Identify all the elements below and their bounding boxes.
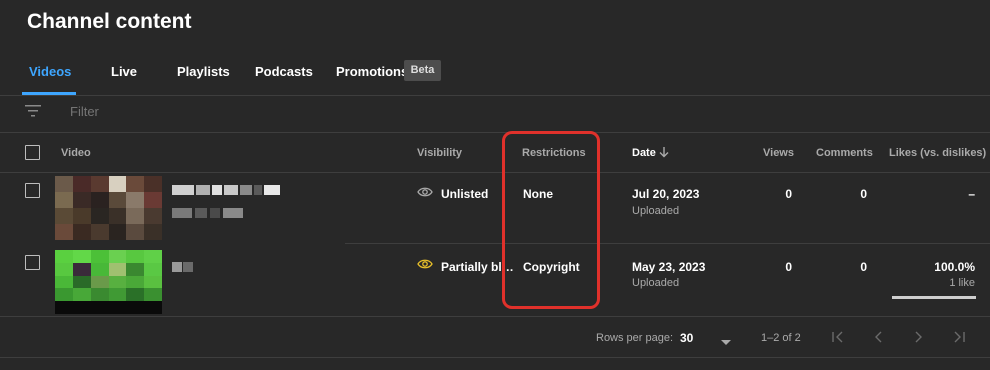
table-bottom-divider — [0, 316, 990, 317]
video-thumbnail[interactable] — [55, 250, 162, 314]
restrictions-highlight — [502, 131, 600, 309]
previous-page-icon[interactable] — [872, 330, 884, 347]
video-title-redacted[interactable] — [172, 185, 290, 196]
tab-live[interactable]: Live — [111, 64, 137, 79]
video-title-redacted[interactable] — [172, 262, 194, 272]
likes-value: – — [968, 187, 975, 201]
next-page-icon[interactable] — [913, 330, 925, 347]
views-value: 0 — [785, 187, 792, 201]
filter-icon[interactable] — [25, 104, 41, 121]
date-status: Uploaded — [632, 277, 680, 289]
likes-count: 1 like — [949, 277, 975, 289]
date-value: Jul 20, 2023 — [632, 187, 700, 201]
table-row[interactable]: Partially bl… Copyright May 23, 2023 Upl… — [0, 244, 990, 316]
dropdown-arrow-icon[interactable] — [720, 335, 732, 349]
column-header-likes[interactable]: Likes (vs. dislikes) — [889, 147, 986, 159]
comments-value: 0 — [860, 187, 867, 201]
tab-promotions[interactable]: Promotions — [336, 64, 408, 79]
tabs-divider — [0, 95, 990, 96]
rows-per-page-select[interactable]: 30 — [680, 331, 693, 345]
eye-icon — [417, 186, 433, 201]
date-status: Uploaded — [632, 205, 680, 217]
likes-value: 100.0% — [934, 260, 975, 274]
rows-per-page-label: Rows per page: — [596, 332, 674, 344]
first-page-icon[interactable] — [831, 330, 845, 347]
tab-videos[interactable]: Videos — [29, 64, 71, 79]
eye-icon — [417, 258, 433, 273]
filter-divider — [0, 132, 990, 133]
page-title: Channel content — [27, 10, 192, 33]
tab-playlists[interactable]: Playlists — [177, 64, 230, 79]
last-page-icon[interactable] — [952, 330, 966, 347]
arrow-down-icon[interactable] — [659, 146, 669, 161]
beta-badge: Beta — [404, 60, 441, 81]
filter-input[interactable] — [70, 104, 370, 119]
comments-value: 0 — [860, 260, 867, 274]
visibility-value[interactable]: Unlisted — [441, 187, 488, 201]
video-description-redacted — [172, 208, 248, 218]
footer-divider — [0, 357, 990, 358]
select-all-checkbox[interactable] — [25, 145, 40, 160]
likes-ratio-fill — [892, 296, 976, 299]
likes-ratio-bar — [892, 296, 976, 299]
column-header-date[interactable]: Date — [632, 147, 656, 159]
date-value: May 23, 2023 — [632, 260, 706, 274]
video-thumbnail[interactable] — [55, 176, 162, 240]
page-range: 1–2 of 2 — [761, 332, 801, 344]
row-checkbox[interactable] — [25, 183, 40, 198]
column-header-visibility[interactable]: Visibility — [417, 147, 462, 159]
tab-podcasts[interactable]: Podcasts — [255, 64, 313, 79]
row-checkbox[interactable] — [25, 255, 40, 270]
table-row[interactable]: Unlisted None Jul 20, 2023 Uploaded 0 0 … — [0, 173, 990, 243]
views-value: 0 — [785, 260, 792, 274]
column-header-comments[interactable]: Comments — [816, 147, 873, 159]
column-header-video: Video — [61, 147, 91, 159]
column-header-views[interactable]: Views — [763, 147, 794, 159]
